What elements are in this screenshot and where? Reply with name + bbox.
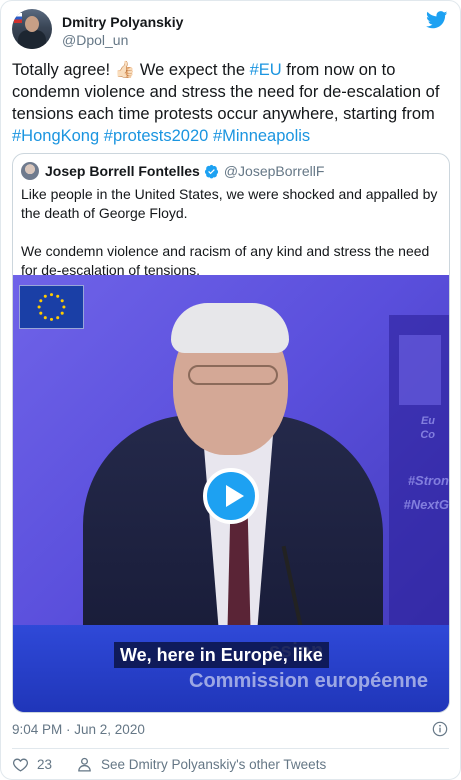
play-button-icon[interactable] — [203, 468, 259, 524]
video-player[interactable]: Eu Co #Stron #NextG Commission européenn… — [13, 275, 449, 712]
video-caption: We, here in Europe, like — [114, 642, 329, 668]
speaker-hair — [171, 303, 289, 353]
quoted-tweet-text: Like people in the United States, we wer… — [21, 185, 441, 280]
video-bg-word: #NextG — [403, 497, 449, 512]
like-count[interactable]: 23 — [37, 757, 52, 772]
podium-text-line2: Commission européenne — [189, 670, 428, 692]
tweet-timestamp[interactable]: 9:04 PM · Jun 2, 2020 — [12, 719, 145, 739]
author-name[interactable]: Dmitry Polyanskiy — [62, 13, 183, 31]
video-bg-word: Co — [420, 429, 435, 441]
tweet-embed-card: Dmitry Polyanskiy @Dpol_un Totally agree… — [0, 0, 461, 780]
quoted-tweet-header: Josep Borrell Fontelles @JosepBorrellF — [21, 161, 324, 181]
hashtag-protests2020-link[interactable]: #protests2020 — [104, 127, 209, 145]
hashtag-minneapolis-link[interactable]: #Minneapolis — [213, 127, 310, 145]
avatar-figure-face — [25, 16, 39, 32]
video-bg-word: #Stron — [407, 473, 449, 488]
tweet-header: Dmitry Polyanskiy @Dpol_un — [12, 9, 448, 53]
quoted-author-name[interactable]: Josep Borrell Fontelles — [45, 163, 200, 179]
heart-icon[interactable] — [12, 756, 29, 773]
quoted-author-avatar[interactable] — [21, 162, 39, 180]
quoted-tweet[interactable]: Josep Borrell Fontelles @JosepBorrellF L… — [12, 153, 450, 713]
eu-flag-icon — [19, 285, 84, 329]
twitter-logo-icon[interactable] — [426, 11, 448, 29]
verified-badge-icon — [204, 164, 218, 178]
person-icon — [78, 757, 91, 772]
author-handle[interactable]: @Dpol_un — [62, 31, 183, 49]
podium-banner — [13, 625, 449, 712]
tweet-text: Totally agree! 👍🏻 We expect the #EU from… — [12, 59, 452, 147]
see-more-tweets-link[interactable]: See Dmitry Polyanskiy's other Tweets — [76, 756, 326, 773]
video-background-sign — [399, 335, 441, 405]
avatar-figure-body — [18, 30, 46, 49]
avatar-flag — [14, 13, 22, 23]
see-more-tweets-label[interactable]: See Dmitry Polyanskiy's other Tweets — [101, 757, 326, 772]
author-avatar[interactable] — [12, 9, 52, 49]
speaker-glasses — [188, 365, 278, 385]
video-bg-word: Eu — [420, 415, 435, 427]
hashtag-eu-link[interactable]: #EU — [250, 61, 282, 79]
author-info[interactable]: Dmitry Polyanskiy @Dpol_un — [62, 13, 183, 49]
info-icon[interactable] — [432, 721, 448, 737]
tweet-text-part: Totally agree! 👍🏻 We expect the — [12, 61, 250, 79]
timestamp-text[interactable]: 9:04 PM · Jun 2, 2020 — [12, 722, 145, 737]
hashtag-hongkong-link[interactable]: #HongKong — [12, 127, 99, 145]
tweet-actions: 23 See Dmitry Polyanskiy's other Tweets — [12, 754, 326, 774]
quoted-author-handle[interactable]: @JosepBorrellF — [224, 163, 325, 179]
footer-divider — [12, 748, 449, 749]
like-action[interactable]: 23 — [12, 756, 76, 773]
quoted-paragraph-1: Like people in the United States, we wer… — [21, 186, 438, 221]
